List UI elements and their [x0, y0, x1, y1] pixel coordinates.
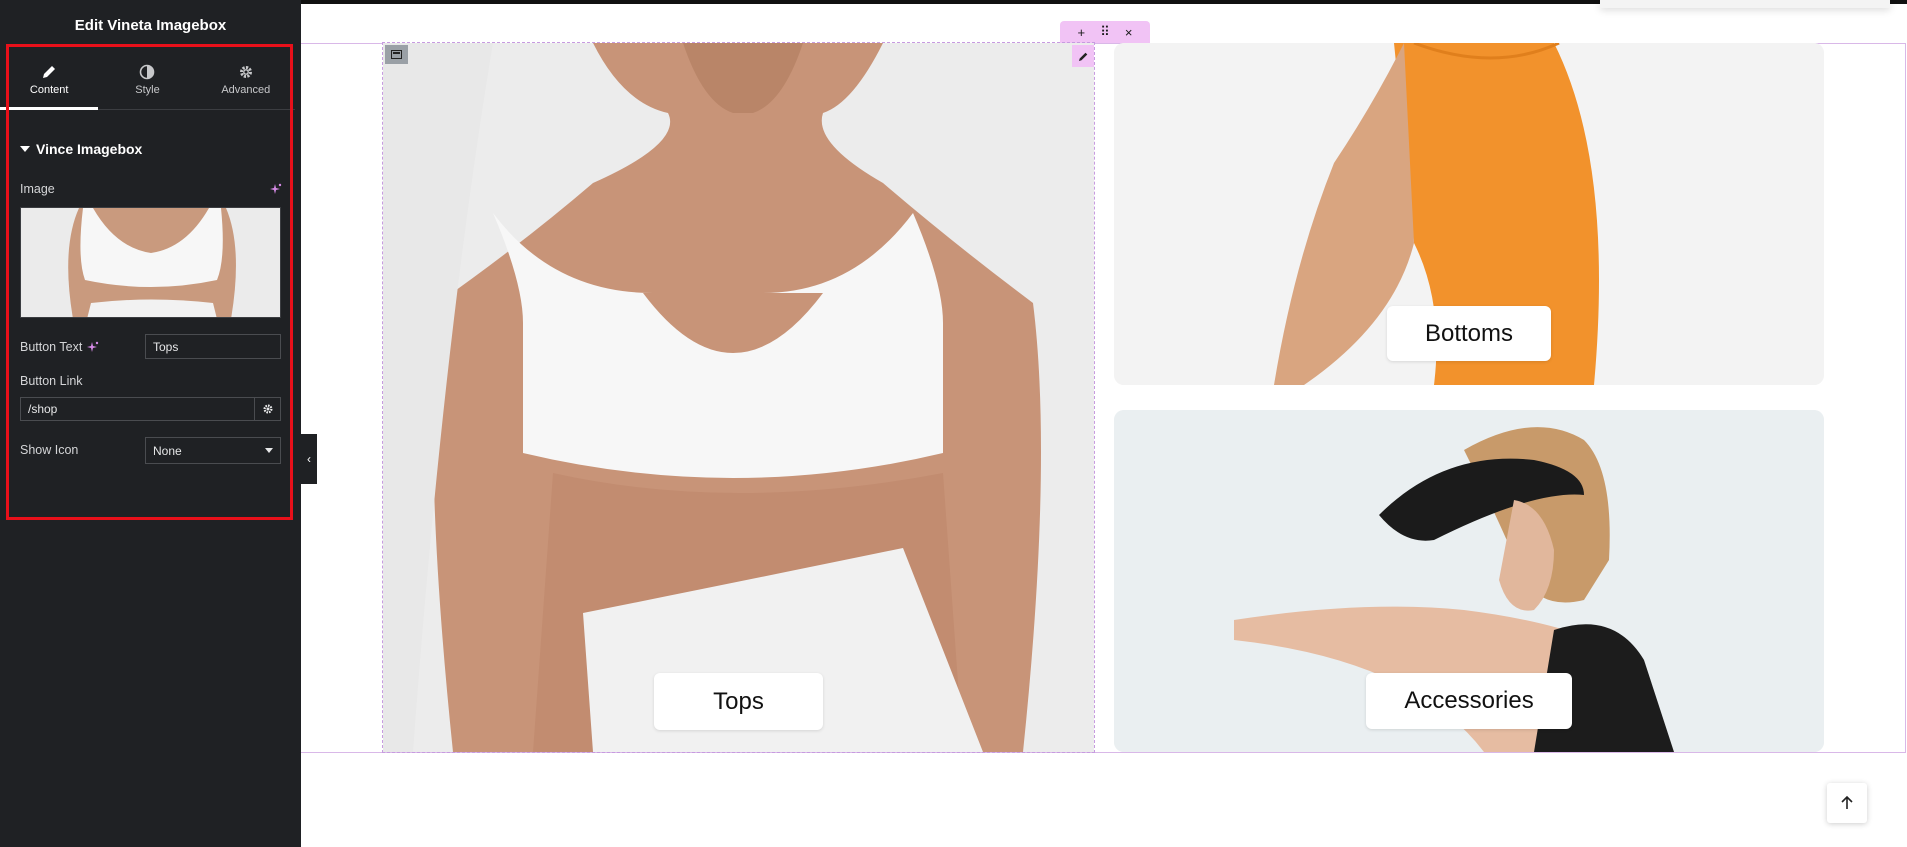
- tab-content-label: Content: [29, 84, 69, 96]
- bottoms-button[interactable]: Bottoms: [1387, 306, 1551, 361]
- ai-sparkle-icon[interactable]: [269, 183, 282, 196]
- back-to-top-button[interactable]: [1827, 783, 1867, 823]
- link-options-button[interactable]: [254, 397, 281, 421]
- section-toggle-vince-imagebox[interactable]: Vince Imagebox: [20, 141, 142, 157]
- show-icon-select[interactable]: None: [145, 437, 281, 464]
- gear-icon: [239, 66, 252, 78]
- arrow-up-icon: [1841, 795, 1853, 809]
- button-text-label: Button Text: [20, 340, 83, 354]
- panel-collapse-toggle[interactable]: ‹: [301, 434, 317, 484]
- show-icon-label: Show Icon: [20, 443, 79, 457]
- close-icon[interactable]: ×: [1125, 25, 1133, 40]
- tops-photo: [383, 43, 1094, 752]
- imagebox-tops[interactable]: Tops: [382, 42, 1095, 753]
- button-link-value: /shop: [28, 402, 58, 416]
- drag-handle-icon[interactable]: ⠿: [1100, 24, 1110, 40]
- bottoms-button-label: Bottoms: [1424, 319, 1514, 347]
- accessories-button[interactable]: Accessories: [1366, 673, 1572, 729]
- chevron-left-icon: ‹: [307, 452, 311, 466]
- button-link-input[interactable]: /shop: [20, 397, 255, 421]
- button-text-input[interactable]: Tops: [145, 334, 281, 359]
- tops-button-label: Tops: [713, 687, 764, 715]
- imagebox-bottoms[interactable]: Bottoms: [1114, 43, 1824, 385]
- tab-content[interactable]: Content: [0, 55, 99, 110]
- tab-style[interactable]: Style: [98, 55, 196, 109]
- pencil-icon: [43, 66, 56, 78]
- tab-style-label: Style: [135, 84, 160, 96]
- chevron-down-icon: [265, 448, 273, 453]
- image-preview[interactable]: [20, 207, 281, 318]
- imagebox-accessories[interactable]: Accessories: [1114, 410, 1824, 752]
- button-link-label: Button Link: [20, 374, 83, 388]
- add-section-button[interactable]: +: [1078, 25, 1086, 40]
- top-shadow: [1600, 0, 1890, 8]
- show-icon-value: None: [153, 443, 182, 458]
- image-label: Image: [20, 182, 55, 196]
- gear-icon: [263, 404, 272, 414]
- tab-advanced-label: Advanced: [221, 84, 271, 96]
- widget-handle-icon[interactable]: [385, 45, 408, 64]
- half-circle-icon: [140, 64, 155, 80]
- widget-frame-icon: [391, 50, 402, 59]
- accessories-button-label: Accessories: [1404, 687, 1534, 714]
- section-toolbar: + ⠿ ×: [1060, 21, 1150, 43]
- ai-sparkle-icon[interactable]: [86, 341, 99, 354]
- image-preview-thumbnail: [21, 208, 280, 317]
- panel-tabs: Content Style Advanced: [0, 55, 295, 110]
- button-text-value: Tops: [153, 339, 179, 354]
- pencil-icon: [1078, 52, 1087, 61]
- edit-widget-button[interactable]: [1072, 45, 1094, 67]
- section-title: Vince Imagebox: [36, 141, 143, 157]
- caret-down-icon: [20, 146, 30, 152]
- tab-advanced[interactable]: Advanced: [197, 55, 295, 109]
- editor-panel: Edit Vineta Imagebox Content Style Advan…: [0, 0, 301, 847]
- tops-button[interactable]: Tops: [654, 673, 823, 730]
- panel-title: Edit Vineta Imagebox: [74, 17, 227, 34]
